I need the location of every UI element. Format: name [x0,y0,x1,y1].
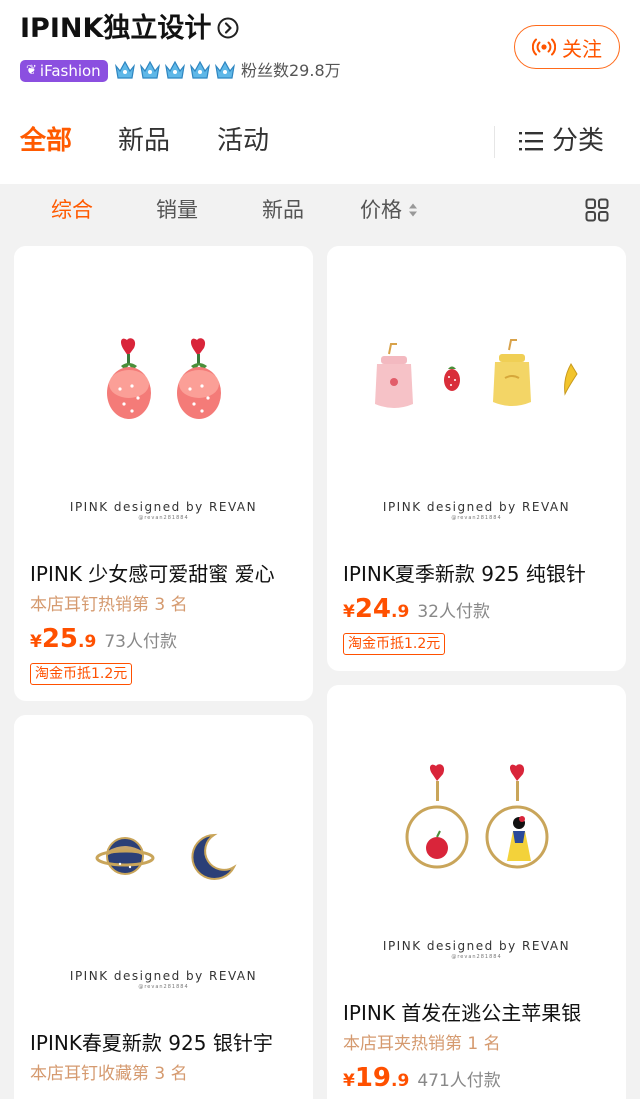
sort-new[interactable]: 新品 [262,196,304,224]
shop-name[interactable]: IPINK独立设计 [20,12,211,46]
product-title[interactable]: IPINK 少女感可爱甜蜜 爱心 [30,560,300,588]
follow-button[interactable]: 关注 [514,25,620,69]
product-rank: 本店耳钉收藏第 3 名 [30,1064,188,1084]
product-image[interactable]: IPINK designed by REVAN @revan281884 [14,246,313,545]
tab-activity[interactable]: 活动 [217,124,269,158]
currency-symbol: ¥ [343,602,355,622]
fans-count: 粉丝数29.8万 [241,61,341,80]
currency-symbol: ¥ [343,1071,355,1091]
image-brand-text: IPINK designed by REVAN [69,969,258,983]
product-image[interactable]: IPINK designed by REVAN @revan281884 [14,715,313,1014]
sales-count: 471人付款 [417,1071,501,1091]
currency-symbol: ¥ [30,632,42,652]
sort-comprehensive[interactable]: 综合 [51,196,93,224]
image-brand-handle: @revan281884 [451,954,502,960]
product-image[interactable]: IPINK designed by REVAN @revan281884 [327,685,626,984]
follow-button-label: 关注 [562,36,602,61]
image-brand-text: IPINK designed by REVAN [382,500,571,514]
sort-sales[interactable]: 销量 [156,196,198,224]
chevron-right-circle-icon[interactable] [217,17,239,39]
price-integer: 19 [354,1063,392,1093]
product-rank: 本店耳夹热销第 1 名 [343,1034,501,1054]
product-title[interactable]: IPINK春夏新款 925 银针宇 [30,1029,300,1057]
price-integer: 24 [354,594,392,624]
coin-discount-badge: 淘金币抵1.2元 [30,663,133,685]
image-brand-text: IPINK designed by REVAN [69,500,258,514]
sort-price-label: 价格 [360,198,402,222]
price-row: ¥ 19 .9 471人付款 [343,1063,501,1093]
category-button[interactable]: 分类 [518,124,604,158]
tab-new[interactable]: 新品 [118,124,170,158]
sales-count: 73人付款 [104,632,177,652]
product-card[interactable]: IPINK designed by REVAN @revan281884 IPI… [327,685,626,1099]
price-decimal: .9 [78,632,97,652]
sort-bar: 综合 销量 新品 价格 [0,184,640,238]
image-brand-handle: @revan281884 [138,984,189,990]
price-decimal: .9 [391,1071,410,1091]
broadcast-icon [532,38,556,56]
shop-tabs: 全部 新品 活动 分类 [0,110,640,174]
price-integer: 25 [41,624,79,654]
shop-header: IPINK独立设计 ❦ iFashion 粉丝数29.8万 关注 全部 新品 活… [0,0,640,184]
sort-price[interactable]: 价格 [360,196,418,224]
price-row: ¥ 25 .9 73人付款 [30,624,177,654]
list-icon [519,132,543,151]
sort-arrows-icon [409,203,417,217]
grid-view-icon[interactable] [585,198,609,222]
image-brand-text: IPINK designed by REVAN [382,939,571,953]
category-label: 分类 [552,126,605,156]
sales-count: 32人付款 [417,602,490,622]
coin-discount-badge: 淘金币抵1.2元 [343,633,446,655]
product-rank: 本店耳钉热销第 3 名 [30,595,188,615]
crown-icon [165,60,185,79]
ifashion-badge: ❦ iFashion [20,60,108,82]
product-title[interactable]: IPINK 首发在逃公主苹果银 [343,999,613,1027]
tab-all[interactable]: 全部 [20,124,72,158]
price-row: ¥ 24 .9 32人付款 [343,594,490,624]
product-card[interactable]: IPINK designed by REVAN @revan281884 IPI… [14,715,313,1099]
image-brand-handle: @revan281884 [138,515,189,521]
crown-icon [115,60,135,79]
image-brand-handle: @revan281884 [451,515,502,521]
ifashion-badge-label: iFashion [39,62,101,80]
crown-icon [190,60,210,79]
crown-icon [215,60,235,79]
crown-icon [140,60,160,79]
product-card[interactable]: IPINK designed by REVAN @revan281884 IPI… [14,246,313,701]
tab-divider [494,126,495,158]
shop-rating-crowns [113,58,237,82]
product-card[interactable]: IPINK designed by REVAN @revan281884 IPI… [327,246,626,671]
price-decimal: .9 [391,602,410,622]
ifashion-logo-icon: ❦ [26,63,37,78]
product-title[interactable]: IPINK夏季新款 925 纯银针 [343,560,613,588]
product-image[interactable]: IPINK designed by REVAN @revan281884 [327,246,626,545]
